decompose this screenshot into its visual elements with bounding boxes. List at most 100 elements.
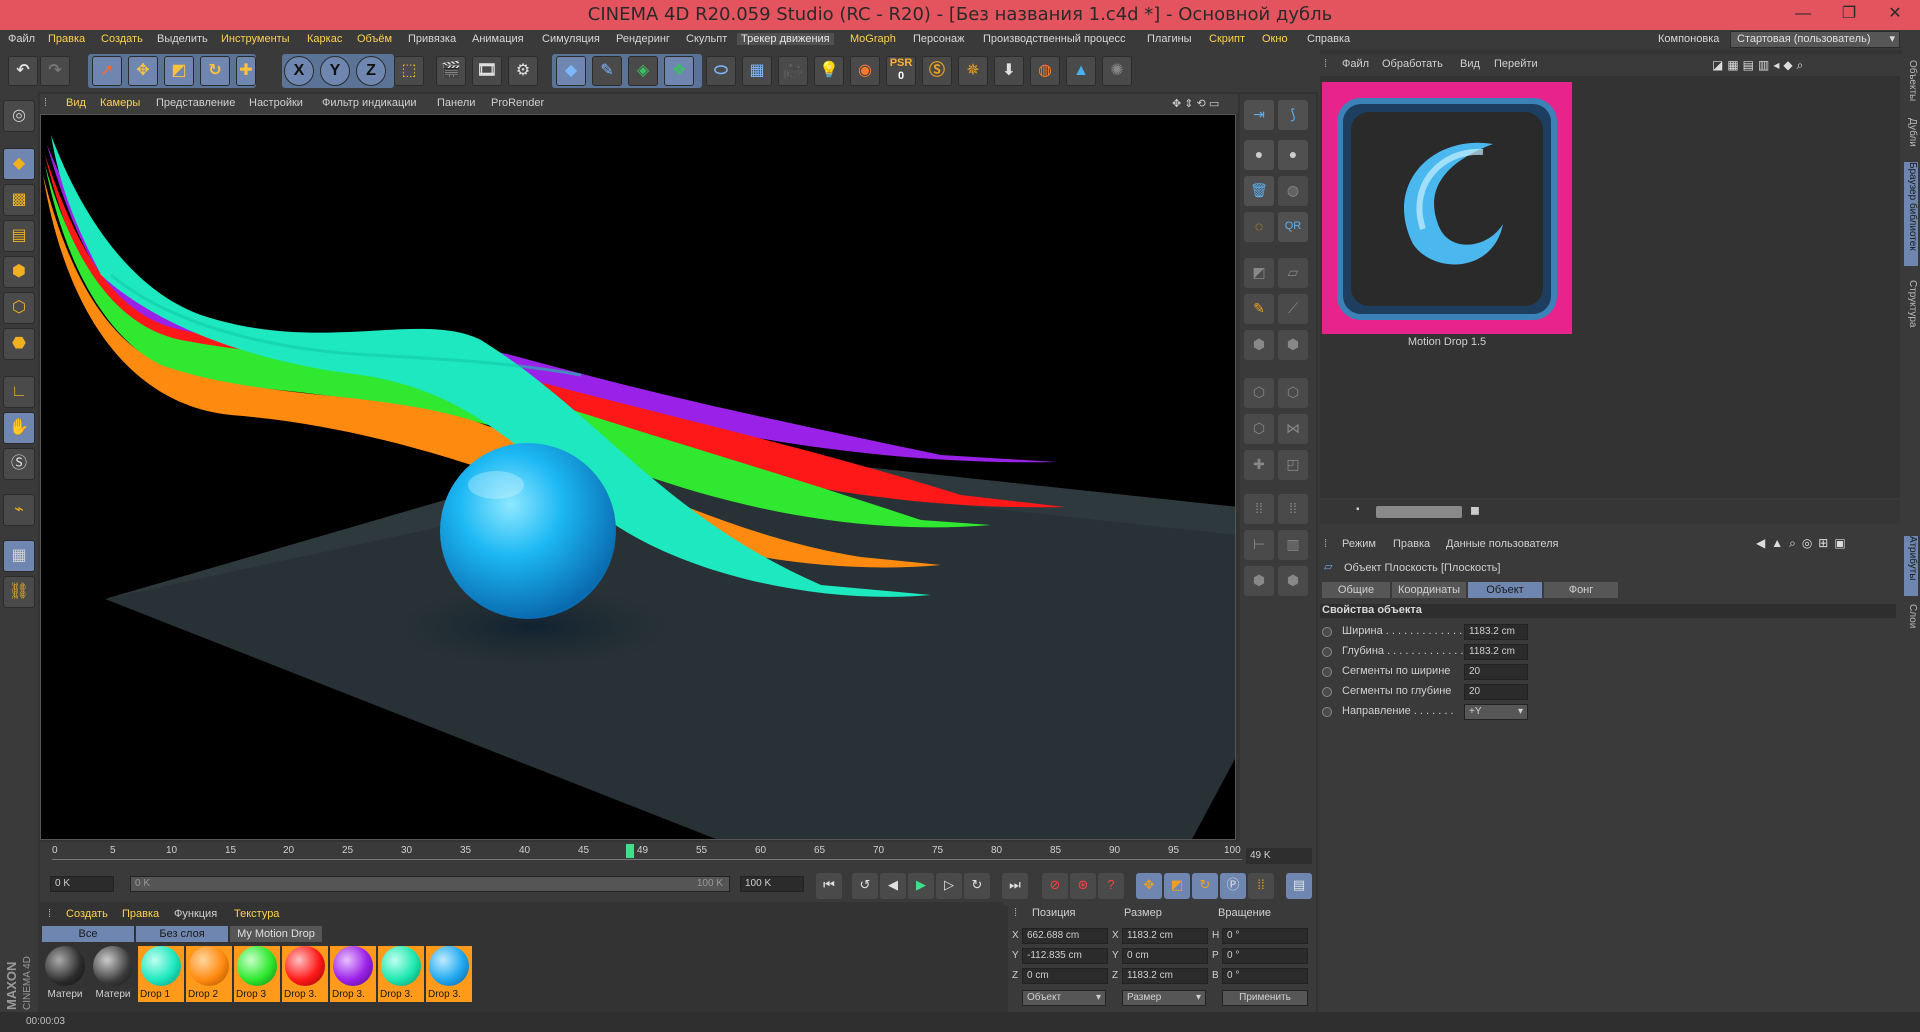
viewport-menu-display[interactable]: Представление — [156, 97, 235, 109]
viewport-menu-options[interactable]: Настройки — [249, 97, 303, 109]
disabled-tool-1-icon[interactable]: ◩ — [1244, 258, 1274, 288]
menu-pipeline[interactable]: Производственный процесс — [983, 33, 1125, 45]
cube-gray-2-icon[interactable]: ⬢ — [1278, 330, 1308, 360]
viewport-menu-prorender[interactable]: ProRender — [491, 97, 544, 109]
triangle-icon[interactable]: ▲ — [1066, 56, 1096, 86]
next-frame-icon[interactable]: ▷ — [936, 873, 962, 899]
attr-menu-edit[interactable]: Правка — [1393, 538, 1430, 550]
prop-width-field[interactable]: 1183.2 cm — [1464, 624, 1528, 640]
start-frame-field[interactable]: 0 K — [50, 876, 114, 892]
attr-tab-phong[interactable]: Фонг — [1544, 582, 1618, 598]
undo-icon[interactable]: ↶ — [8, 56, 38, 86]
go-to-end-icon[interactable]: ⏭ — [1002, 873, 1028, 899]
attr-tab-object[interactable]: Объект — [1468, 582, 1542, 598]
bars-icon[interactable]: ▥ — [1278, 530, 1308, 560]
menu-animate[interactable]: Анимация — [472, 33, 524, 45]
menu-file[interactable]: Файл — [8, 33, 35, 45]
rotate-icon[interactable]: ↻ — [200, 56, 230, 86]
size-x-field[interactable]: 1183.2 cm — [1122, 928, 1208, 944]
key-pla-icon[interactable]: ⁞⁞ — [1248, 873, 1274, 899]
material-menu-texture[interactable]: Текстура — [234, 908, 279, 920]
browser-menu-file[interactable]: Файл — [1342, 58, 1369, 70]
prop-depth-field[interactable]: 1183.2 cm — [1464, 644, 1528, 660]
cube-gray-7-icon[interactable]: ⬢ — [1278, 566, 1308, 596]
menu-volume[interactable]: Объём — [357, 33, 392, 45]
motion-drop-icon[interactable]: ◉ — [850, 56, 880, 86]
cube-gray-4-icon[interactable]: ⬡ — [1278, 378, 1308, 408]
apply-button[interactable]: Применить — [1222, 990, 1308, 1006]
position-y-field[interactable]: -112.835 cm — [1022, 948, 1108, 964]
drop-ball-icon[interactable]: ● — [1244, 140, 1274, 170]
redo-icon[interactable]: ↷ — [40, 56, 70, 86]
key-position-icon[interactable]: ✥ — [1136, 873, 1162, 899]
rotation-b-field[interactable]: 0 ° — [1222, 968, 1308, 984]
sphere-wire-icon[interactable]: ◍ — [1278, 176, 1308, 206]
coordinate-system-icon[interactable]: ⬚ — [394, 56, 424, 86]
material-tab-all[interactable]: Все — [42, 926, 134, 942]
viewport-nav-icons[interactable]: ✥ ⇕ ⟲ ▭ — [1172, 97, 1219, 110]
basketball-icon[interactable]: ◍ — [1030, 56, 1060, 86]
cube-icon[interactable]: ◆ — [556, 56, 586, 86]
gear-icon[interactable]: ✺ — [1102, 56, 1132, 86]
recent-tools-icon[interactable]: ✚ — [236, 56, 256, 86]
material-menu-create[interactable]: Создать — [66, 908, 108, 920]
layout-select[interactable]: Стартовая (пользователь) ▾ — [1730, 31, 1900, 48]
download-icon[interactable]: ⬇ — [994, 56, 1024, 86]
coord-mode-select[interactable]: Объект ▾ — [1022, 990, 1106, 1006]
material-tab-no-layer[interactable]: Без слоя — [136, 926, 228, 942]
side-tab-layers[interactable]: Слои — [1904, 604, 1918, 640]
minimize-button[interactable]: — — [1780, 0, 1826, 30]
material-tab-my-motion-drop[interactable]: My Motion Drop — [230, 926, 322, 942]
side-tab-objects[interactable]: Объекты — [1904, 60, 1918, 110]
browser-drag-icon[interactable]: ⁞ — [1324, 58, 1327, 70]
previous-frame-icon[interactable]: ◀ — [880, 873, 906, 899]
attr-drag-icon[interactable]: ⁞ — [1324, 538, 1327, 550]
rotation-p-field[interactable]: 0 ° — [1222, 948, 1308, 964]
menu-tools[interactable]: Инструменты — [221, 33, 290, 45]
attr-toolbar-icons[interactable]: ◀▲⌕◎⊞▣ — [1756, 536, 1852, 551]
position-z-field[interactable]: 0 cm — [1022, 968, 1108, 984]
cube-gray-1-icon[interactable]: ⬢ — [1244, 330, 1274, 360]
knife-icon[interactable]: ⟋ — [1278, 294, 1308, 324]
viewport-menu-view[interactable]: Вид — [66, 97, 86, 109]
key-rotation-icon[interactable]: ↻ — [1192, 873, 1218, 899]
selection-ring-icon[interactable]: ◌ — [1244, 212, 1274, 242]
attr-tab-basic[interactable]: Общие — [1322, 582, 1390, 598]
browser-menu-edit[interactable]: Обработать — [1382, 58, 1443, 70]
prop-depth-segments-field[interactable]: 20 — [1464, 684, 1528, 700]
tweak-mode-icon[interactable]: ✋ — [3, 412, 35, 444]
coords-drag-icon[interactable]: ⁞ — [1014, 907, 1017, 919]
timeline-scheme-icon[interactable]: ▤ — [1286, 873, 1312, 899]
autokey-icon[interactable]: ⊛ — [1070, 873, 1096, 899]
snap-icon[interactable]: Ⓢ — [3, 448, 35, 480]
viewport-menu-filter[interactable]: Фильтр индикации — [322, 97, 417, 109]
menu-mograph[interactable]: MoGraph — [850, 33, 896, 45]
cube-gray-6-icon[interactable]: ⬢ — [1244, 566, 1274, 596]
material-swatch[interactable]: Матери — [42, 946, 88, 1002]
menu-mesh[interactable]: Каркас — [307, 33, 342, 45]
next-key-icon[interactable]: ↻ — [964, 873, 990, 899]
qr-icon[interactable]: QR — [1278, 212, 1308, 242]
material-swatch[interactable]: Drop 3. — [330, 946, 376, 1002]
play-icon[interactable]: ▶ — [908, 873, 934, 899]
keyframe-radio[interactable] — [1322, 687, 1332, 697]
menu-simulate[interactable]: Симуляция — [542, 33, 600, 45]
array-icon[interactable]: ❖ — [664, 56, 694, 86]
playhead[interactable] — [626, 844, 634, 858]
key-scale-icon[interactable]: ◩ — [1164, 873, 1190, 899]
menu-create[interactable]: Создать — [101, 33, 143, 45]
menu-motion-tracker[interactable]: Трекер движения — [737, 33, 834, 45]
snap-s-icon[interactable]: Ⓢ — [922, 56, 952, 86]
material-swatch[interactable]: Drop 1 — [138, 946, 184, 1002]
light-icon[interactable]: 💡 — [814, 56, 844, 86]
menu-render[interactable]: Рендеринг — [616, 33, 670, 45]
keyframe-selection-icon[interactable]: ? — [1098, 873, 1124, 899]
align-icon[interactable]: ⊢ — [1244, 530, 1274, 560]
workplane-icon[interactable]: ▤ — [3, 220, 35, 252]
z-axis-lock-button[interactable]: Z — [356, 56, 386, 86]
go-to-start-icon[interactable]: ⏮ — [816, 873, 842, 899]
live-select-icon[interactable]: ➚ — [92, 56, 122, 86]
end-frame-field[interactable]: 100 K — [740, 876, 804, 892]
render-picture-viewer-icon[interactable]: 🎞 — [472, 56, 502, 86]
scale-icon[interactable]: ◩ — [164, 56, 194, 86]
